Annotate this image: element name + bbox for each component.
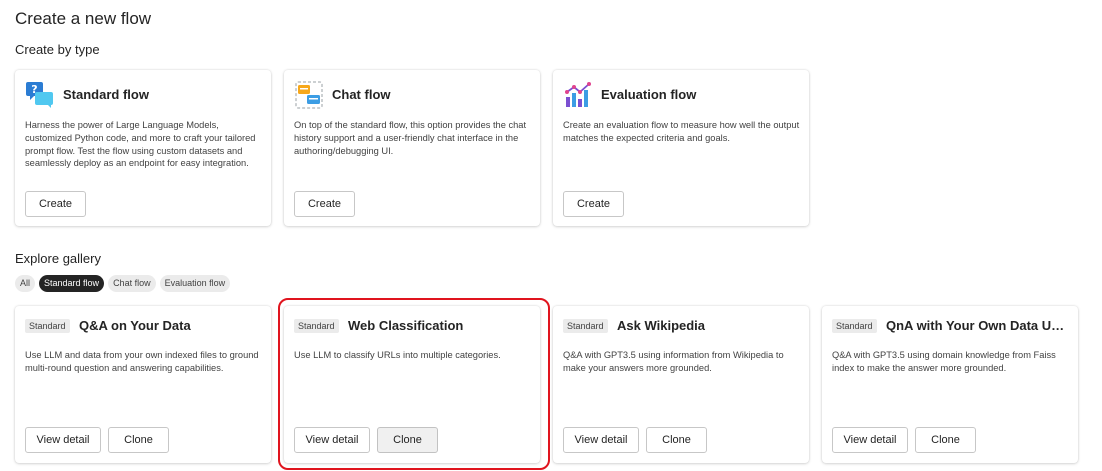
card-title: Chat flow: [332, 87, 391, 102]
card-description: Q&A with GPT3.5 using information from W…: [563, 350, 784, 373]
clone-button[interactable]: Clone: [377, 427, 438, 453]
card-description: On top of the standard flow, this option…: [294, 120, 527, 156]
card-description: Use LLM and data from your own indexed f…: [25, 350, 259, 373]
evaluation-flow-icon: [563, 80, 593, 110]
create-by-type-heading: Create by type: [15, 42, 100, 57]
clone-button[interactable]: Clone: [108, 427, 169, 453]
card-description: Q&A with GPT3.5 using domain knowledge f…: [832, 350, 1056, 373]
card-description: Use LLM to classify URLs into multiple c…: [294, 350, 501, 360]
card-title: Standard flow: [63, 87, 149, 102]
gallery-filter-bar: All Standard flow Chat flow Evaluation f…: [15, 275, 231, 292]
gallery-card-qna-with-your-own-data: Standard QnA with Your Own Data Using Fa…: [822, 306, 1078, 463]
filter-chip-standard-flow[interactable]: Standard flow: [39, 275, 105, 292]
view-detail-button[interactable]: View detail: [832, 427, 908, 453]
card-title: QnA with Your Own Data Using Faiss Index: [886, 318, 1071, 333]
card-title: Evaluation flow: [601, 87, 697, 102]
view-detail-button[interactable]: View detail: [294, 427, 370, 453]
card-description: Harness the power of Large Language Mode…: [25, 120, 256, 169]
page-title: Create a new flow: [15, 9, 152, 28]
filter-chip-evaluation-flow[interactable]: Evaluation flow: [159, 275, 231, 292]
filter-chip-all[interactable]: All: [15, 275, 36, 292]
flow-type-badge: Standard: [294, 319, 339, 333]
gallery-card-web-classification: Standard Web Classification Use LLM to c…: [284, 306, 540, 463]
create-evaluation-flow-button[interactable]: Create: [563, 191, 624, 217]
evaluation-flow-card: Evaluation flow Create an evaluation flo…: [553, 70, 809, 226]
create-chat-flow-button[interactable]: Create: [294, 191, 355, 217]
standard-flow-icon: ?: [25, 80, 55, 110]
card-title: Web Classification: [348, 318, 464, 333]
create-standard-flow-button[interactable]: Create: [25, 191, 86, 217]
chat-flow-icon: [294, 80, 324, 110]
flow-type-badge: Standard: [25, 319, 70, 333]
gallery-card-qa-on-your-data: Standard Q&A on Your Data Use LLM and da…: [15, 306, 271, 463]
card-title: Ask Wikipedia: [617, 318, 706, 333]
view-detail-button[interactable]: View detail: [563, 427, 639, 453]
standard-flow-card: ? Standard flow Harness the power of Lar…: [15, 70, 271, 226]
card-title: Q&A on Your Data: [79, 318, 191, 333]
flow-type-badge: Standard: [563, 319, 608, 333]
chat-flow-card: Chat flow On top of the standard flow, t…: [284, 70, 540, 226]
filter-chip-chat-flow[interactable]: Chat flow: [108, 275, 156, 292]
clone-button[interactable]: Clone: [646, 427, 707, 453]
card-description: Create an evaluation flow to measure how…: [563, 120, 800, 143]
clone-button[interactable]: Clone: [915, 427, 976, 453]
gallery-card-ask-wikipedia: Standard Ask Wikipedia Q&A with GPT3.5 u…: [553, 306, 809, 463]
explore-gallery-heading: Explore gallery: [15, 251, 101, 266]
flow-type-badge: Standard: [832, 319, 877, 333]
view-detail-button[interactable]: View detail: [25, 427, 101, 453]
